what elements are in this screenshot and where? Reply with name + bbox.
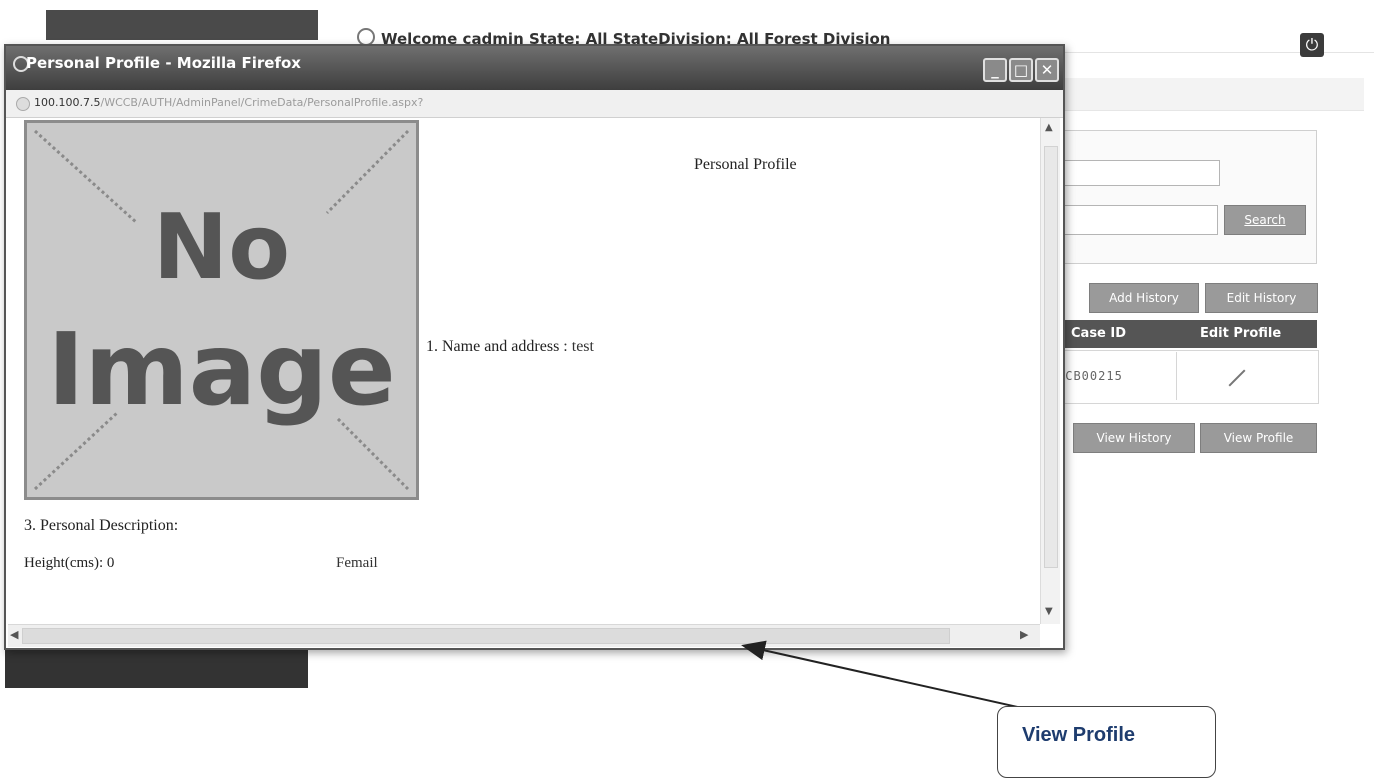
annotation-arrow [741, 640, 1023, 709]
callout-label: View Profile [1022, 724, 1136, 746]
